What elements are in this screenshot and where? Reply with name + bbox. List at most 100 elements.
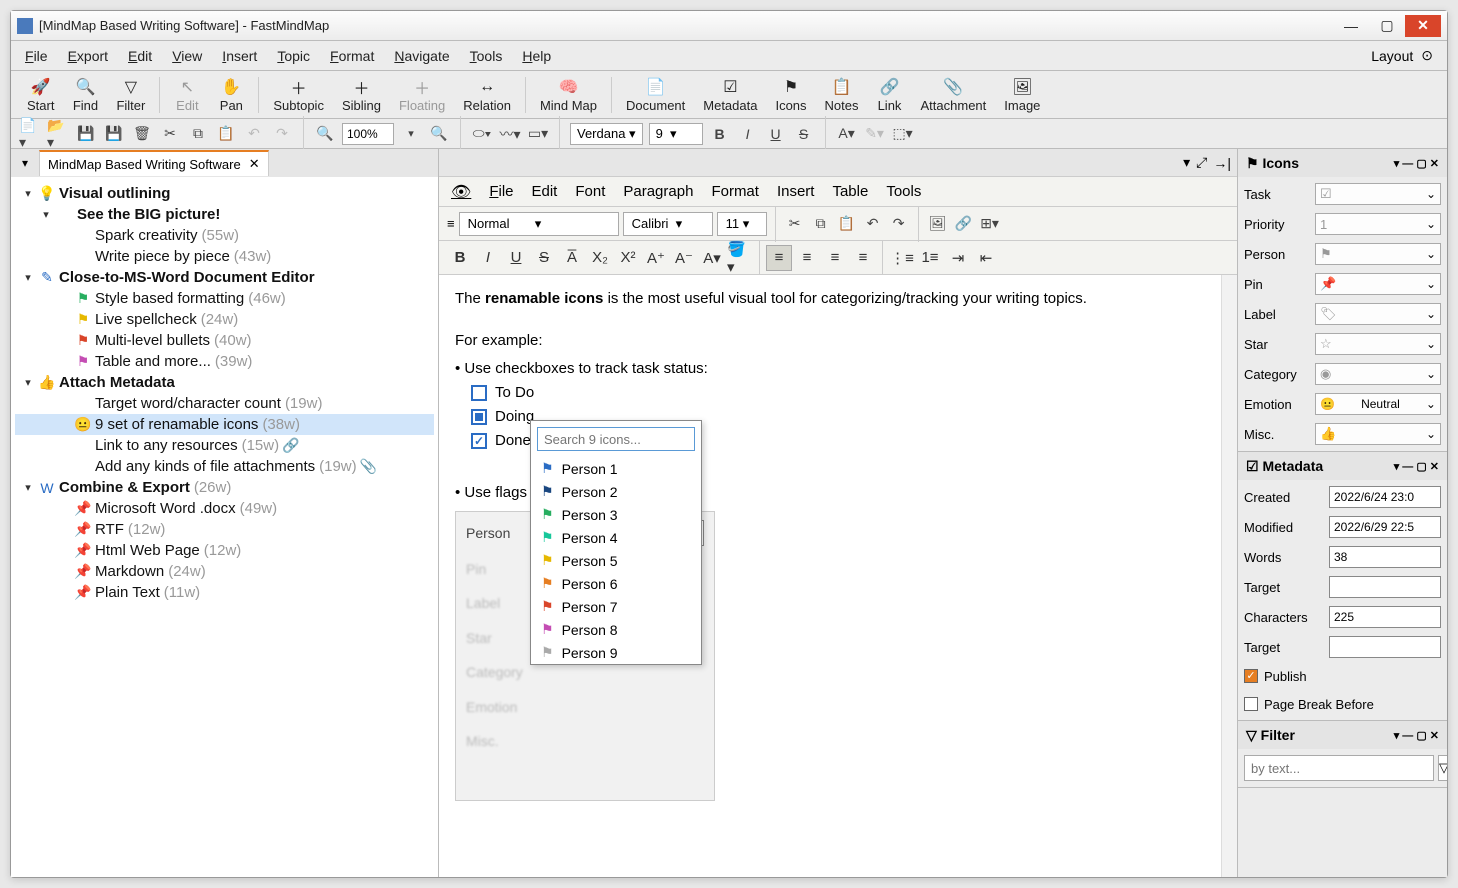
tree-row[interactable]: Add any kinds of file attachments (19w) … — [15, 456, 434, 477]
align-justify-button[interactable]: ≡ — [850, 245, 876, 271]
image-button[interactable]: 🖼 — [927, 213, 949, 235]
delete-button[interactable]: 🗑 — [131, 123, 153, 145]
meta-input[interactable] — [1329, 636, 1441, 658]
tab-menu-icon[interactable]: ▾ — [15, 153, 35, 173]
popup-item[interactable]: ⚑Person 8 — [531, 618, 701, 641]
redo-button[interactable]: ↷ — [888, 213, 910, 235]
icon-dropdown[interactable]: ☑⌄ — [1315, 183, 1441, 205]
menu-file[interactable]: File — [25, 48, 48, 64]
floating-button[interactable]: ＋Floating — [391, 73, 453, 117]
relation-button[interactable]: ↔Relation — [455, 73, 519, 117]
undo-button[interactable]: ↶ — [862, 213, 884, 235]
attachment-button[interactable]: 📎Attachment — [913, 73, 995, 117]
table-button[interactable]: ⊞▾ — [979, 213, 1001, 235]
meta-input[interactable] — [1329, 606, 1441, 628]
zoom-in-button[interactable]: 🔍 — [428, 123, 450, 145]
icon-dropdown[interactable]: 🏷⌄ — [1315, 303, 1441, 325]
copy-button[interactable]: ⧉ — [187, 123, 209, 145]
menu-topic[interactable]: Topic — [277, 48, 310, 64]
titlebar[interactable]: [MindMap Based Writing Software] - FastM… — [11, 11, 1447, 41]
twisty-icon[interactable]: ▾ — [21, 481, 35, 494]
italic-button[interactable]: I — [475, 245, 501, 271]
metadata-button[interactable]: ☑Metadata — [695, 73, 765, 117]
tree-row[interactable]: ⚑Live spellcheck (24w) — [15, 309, 434, 330]
font-size-select[interactable]: 9 ▾ — [649, 123, 703, 145]
tree-row[interactable]: ⚑Table and more... (39w) — [15, 351, 434, 372]
mind-map-button[interactable]: 🧠Mind Map — [532, 73, 605, 117]
open-dropdown[interactable]: 📂▾ — [47, 123, 69, 145]
filter-clear-button[interactable]: ▽✕ — [1438, 755, 1447, 781]
fill-button[interactable]: ⬚▾ — [892, 123, 914, 145]
zoom-out-button[interactable]: 🔍 — [314, 123, 336, 145]
number-list-button[interactable]: 1≡ — [917, 245, 943, 271]
paste-button[interactable]: 📋 — [836, 213, 858, 235]
bullet-list-button[interactable]: ⋮≡ — [889, 245, 915, 271]
highlight-button[interactable]: 🪣▾ — [727, 245, 753, 271]
panel-controls[interactable]: ▾ — ▢ ✕ — [1394, 157, 1439, 170]
menu-insert[interactable]: Insert — [222, 48, 257, 64]
editor-menu-font[interactable]: Font — [575, 183, 605, 200]
twisty-icon[interactable]: ▾ — [21, 187, 35, 200]
bold-button[interactable]: B — [447, 245, 473, 271]
icon-dropdown[interactable]: ⚑⌄ — [1315, 243, 1441, 265]
find-button[interactable]: 🔍Find — [64, 73, 106, 117]
decrease-font-button[interactable]: A⁻ — [671, 245, 697, 271]
zoom-drop[interactable]: ▾ — [400, 123, 422, 145]
icon-dropdown[interactable]: 1⌄ — [1315, 213, 1441, 235]
menu-edit[interactable]: Edit — [128, 48, 152, 64]
line-dropdown[interactable]: 〰▾ — [499, 123, 521, 145]
popup-item[interactable]: ⚑Person 9 — [531, 641, 701, 664]
tree-row[interactable]: 📌Markdown (24w) — [15, 561, 434, 582]
redo-button[interactable]: ↷ — [271, 123, 293, 145]
meta-input[interactable] — [1329, 576, 1441, 598]
bold-button[interactable]: B — [709, 123, 731, 145]
meta-input[interactable] — [1329, 516, 1441, 538]
panel-controls[interactable]: ▾ — ▢ ✕ — [1394, 460, 1439, 473]
italic-button[interactable]: I — [737, 123, 759, 145]
editor-menu-format[interactable]: Format — [711, 183, 759, 200]
zoom-input[interactable] — [342, 123, 394, 145]
meta-input[interactable] — [1329, 486, 1441, 508]
strike-button[interactable]: S — [531, 245, 557, 271]
font-color-button[interactable]: A▾ — [699, 245, 725, 271]
link-button[interactable]: 🔗Link — [869, 73, 911, 117]
strike-button[interactable]: S — [793, 123, 815, 145]
menu-view[interactable]: View — [172, 48, 202, 64]
editor-font-select[interactable]: Calibri ▾ — [623, 212, 713, 236]
twisty-icon[interactable]: ▾ — [21, 376, 35, 389]
font-color-button[interactable]: A▾ — [836, 123, 858, 145]
shape-dropdown[interactable]: ⬭▾ — [471, 123, 493, 145]
panel-controls[interactable]: ▾ — ▢ ✕ — [1394, 729, 1439, 742]
subscript-button[interactable]: X₂ — [587, 245, 613, 271]
tree-row[interactable]: Write piece by piece (43w) — [15, 246, 434, 267]
link-button[interactable]: 🔗 — [953, 213, 975, 235]
tree-row[interactable]: ▾💡Visual outlining — [15, 183, 434, 204]
edit-button[interactable]: ↖Edit — [166, 73, 208, 117]
dock-icon[interactable]: →| — [1213, 155, 1231, 171]
editor-scrollbar[interactable] — [1221, 275, 1237, 877]
tree-row[interactable]: ▾See the BIG picture! — [15, 204, 434, 225]
popup-item[interactable]: ⚑Person 3 — [531, 503, 701, 526]
editor-menu-table[interactable]: Table — [832, 183, 868, 200]
border-dropdown[interactable]: ▭▾ — [527, 123, 549, 145]
undo-button[interactable]: ↶ — [243, 123, 265, 145]
filter-input[interactable] — [1244, 755, 1434, 781]
align-right-button[interactable]: ≡ — [822, 245, 848, 271]
cut-button[interactable]: ✂ — [784, 213, 806, 235]
editor-menu-edit[interactable]: Edit — [532, 183, 558, 200]
tree-row[interactable]: 📌RTF (12w) — [15, 519, 434, 540]
menu-format[interactable]: Format — [330, 48, 374, 64]
paste-button[interactable]: 📋 — [215, 123, 237, 145]
publish-checkbox[interactable]: Publish — [1244, 664, 1441, 688]
overline-button[interactable]: A̅ — [559, 245, 585, 271]
popup-search-input[interactable] — [537, 427, 695, 451]
close-button[interactable]: ✕ — [1405, 15, 1441, 37]
meta-input[interactable] — [1329, 546, 1441, 568]
icon-dropdown[interactable]: 📌⌄ — [1315, 273, 1441, 295]
editor-fontsize-select[interactable]: 11 ▾ — [717, 212, 767, 236]
popup-item[interactable]: ⚑Person 7 — [531, 595, 701, 618]
editor-menu-file[interactable]: File — [489, 183, 513, 200]
tree-row[interactable]: 📌Microsoft Word .docx (49w) — [15, 498, 434, 519]
expand-icon[interactable]: ⤢ — [1196, 154, 1207, 171]
copy-button[interactable]: ⧉ — [810, 213, 832, 235]
